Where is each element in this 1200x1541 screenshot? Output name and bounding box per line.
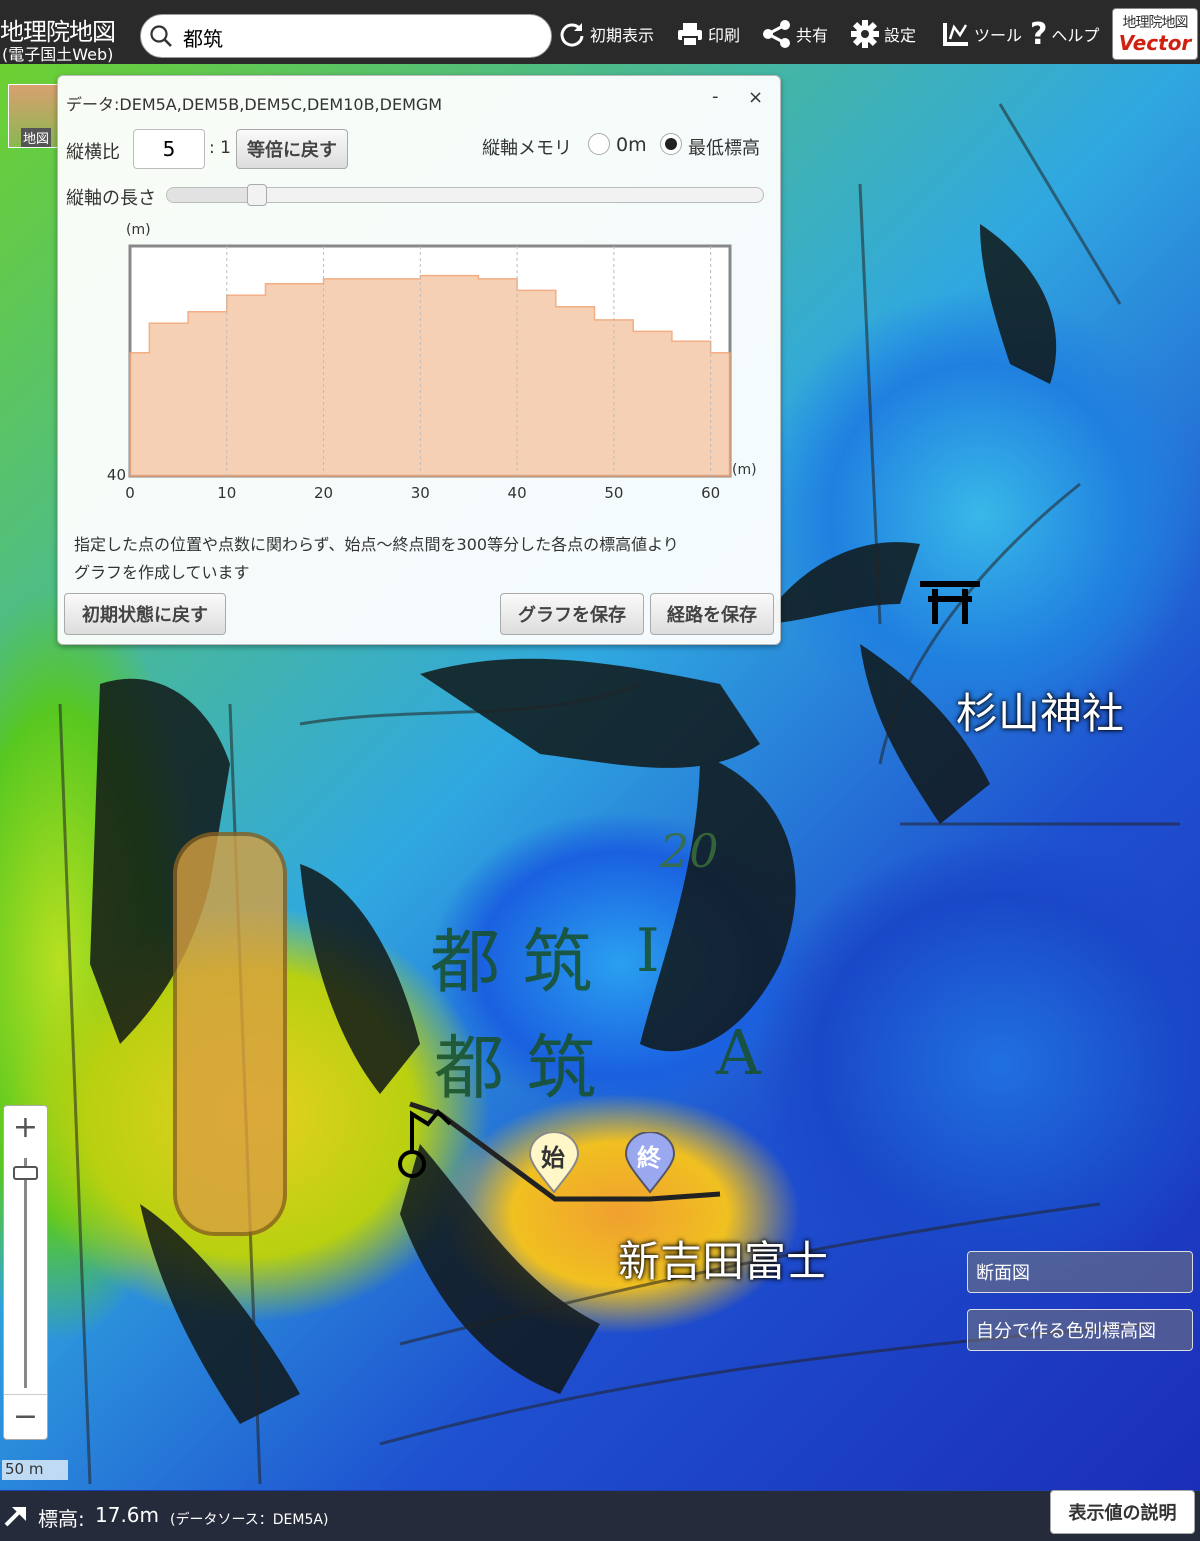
aspect-ratio-suffix: : 1 (209, 138, 231, 158)
chart-y-axis-label: (m) (126, 222, 151, 238)
axis-length-label: 縦軸の長さ (66, 188, 156, 209)
place-label-shin-yoshida-fuji: 新吉田富士 (618, 1237, 829, 1286)
vector-map-label-top: 地理院地図 (1122, 15, 1189, 31)
monument-icon (398, 1109, 452, 1178)
axis-length-slider[interactable] (166, 184, 764, 206)
chart-x-tick-label: 50 (604, 484, 623, 502)
minimize-button[interactable]: - (712, 86, 719, 107)
chart-x-tick-label: 40 (508, 484, 527, 502)
zoom-slider-knob[interactable] (13, 1166, 38, 1180)
end-marker[interactable]: 終 (624, 1132, 676, 1194)
contour-label-20: 20 (660, 824, 719, 878)
zoom-control: + − (3, 1105, 48, 1440)
place-label-sugiyama-shrine: 杉山神社 (956, 689, 1125, 738)
tools-button[interactable]: ツール (940, 18, 1022, 50)
help-label: ヘルプ (1051, 26, 1100, 45)
district-letter-a: A (716, 1016, 761, 1089)
chart-x-tick-label: 60 (701, 484, 720, 502)
profile-note: 指定した点の位置や点数に関わらず、始点〜終点間を300等分した各点の標高値より … (74, 531, 764, 587)
zoom-out-button[interactable]: − (4, 1394, 47, 1439)
expand-arrow-icon[interactable] (2, 1503, 28, 1529)
axis-min-label: 最低標高 (688, 138, 760, 159)
share-icon (763, 20, 790, 48)
print-label: 印刷 (708, 26, 741, 45)
chart-y-tick-label: 40 (107, 466, 126, 484)
value-explanation-button[interactable]: 表示値の説明 (1050, 1490, 1195, 1534)
start-marker[interactable]: 始 (528, 1132, 580, 1194)
chart-x-tick-label: 0 (125, 484, 135, 502)
district-label-tsuzuki-1: 都 筑 (430, 921, 593, 1003)
base-map-thumbnail[interactable]: 地図 (8, 84, 58, 148)
header-bar: 地理院地図 (電子国土Web) 初期表示 印刷 共有 (0, 0, 1200, 64)
axis-min-radio[interactable] (660, 133, 682, 155)
end-marker-label: 終 (637, 1144, 661, 1172)
chart-x-tick-label: 10 (217, 484, 236, 502)
aspect-ratio-input[interactable] (133, 129, 205, 169)
profile-note-line1: 指定した点の位置や点数に関わらず、始点〜終点間を300等分した各点の標高値より (74, 535, 679, 554)
share-button[interactable]: 共有 (762, 18, 828, 50)
share-label: 共有 (796, 26, 829, 45)
search-box[interactable] (140, 14, 552, 58)
settings-button[interactable]: 設定 (850, 18, 916, 50)
reset-state-button[interactable]: 初期状態に戻す (64, 593, 226, 635)
scale-bar: 50 m (2, 1460, 68, 1480)
vector-map-label-bottom: Vector (1118, 31, 1192, 55)
site-logo-subtitle: (電子国土Web) (2, 45, 114, 64)
help-icon: ? (1030, 16, 1048, 52)
search-input[interactable] (181, 23, 525, 51)
footer-bar: 標高: 17.6m (データソース：DEM5A) (0, 1491, 1200, 1541)
reset-view-button[interactable]: 初期表示 (558, 18, 654, 50)
help-button[interactable]: ? ヘルプ (1030, 16, 1100, 52)
elevation-value: 17.6m (95, 1503, 160, 1527)
profile-tool-button[interactable]: 断面図 (967, 1251, 1193, 1293)
chart-x-tick-label: 20 (314, 484, 333, 502)
elevation-source: (データソース：DEM5A) (170, 1512, 329, 1528)
district-label-tsuzuki-2: 都 筑 (434, 1027, 597, 1109)
chart-x-axis-label: (m) (732, 462, 757, 478)
custom-color-elevation-button[interactable]: 自分で作る色別標高図 (967, 1309, 1193, 1351)
printer-icon (678, 23, 702, 47)
gear-icon (851, 20, 879, 48)
zoom-slider-track[interactable] (24, 1158, 27, 1388)
aspect-ratio-label: 縦横比 (66, 142, 120, 163)
vector-map-button[interactable]: 地理院地図 Vector (1112, 8, 1198, 60)
elevation-profile-panel: データ:DEM5A,DEM5B,DEM5C,DEM10B,DEMGM - × 縦… (57, 75, 781, 645)
close-button[interactable]: × (748, 87, 763, 108)
base-map-thumbnail-label: 地図 (21, 128, 52, 147)
reset-ratio-button[interactable]: 等倍に戻す (236, 129, 348, 169)
settings-label: 設定 (884, 26, 917, 45)
axis-memory-label: 縦軸メモリ (482, 138, 572, 159)
tools-label: ツール (974, 26, 1023, 45)
tools-icon (943, 23, 968, 46)
chart-x-tick-label: 30 (411, 484, 430, 502)
axis-length-slider-handle[interactable] (246, 184, 267, 206)
reload-icon (560, 23, 584, 47)
save-graph-button[interactable]: グラフを保存 (500, 593, 644, 635)
axis-zero-label: 0m (616, 134, 647, 156)
elevation-label: 標高: (38, 1507, 85, 1531)
save-route-button[interactable]: 経路を保存 (650, 593, 774, 635)
reset-view-label: 初期表示 (590, 26, 655, 45)
print-button[interactable]: 印刷 (676, 18, 740, 50)
zoom-in-button[interactable]: + (4, 1106, 47, 1150)
search-icon[interactable] (149, 24, 173, 48)
panel-title: データ:DEM5A,DEM5B,DEM5C,DEM10B,DEMGM (66, 95, 443, 114)
profile-note-line2: グラフを作成しています (74, 563, 250, 582)
axis-length-slider-fill (167, 188, 257, 202)
district-letter-i: I (636, 916, 660, 986)
axis-zero-radio[interactable] (588, 133, 610, 155)
start-marker-label: 始 (541, 1144, 565, 1172)
elevation-profile-chart: 0 10 20 30 40 50 60 40 (m) (m) (107, 222, 757, 502)
